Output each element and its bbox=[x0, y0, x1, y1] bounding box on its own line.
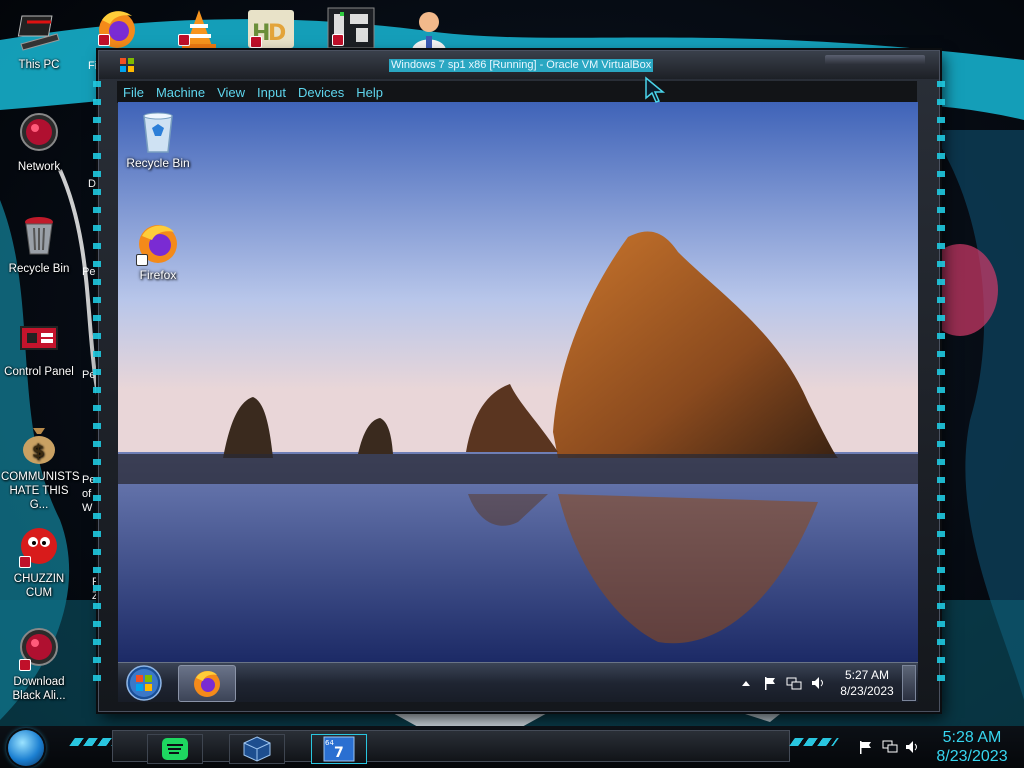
menu-input[interactable]: Input bbox=[251, 85, 292, 100]
control-panel-icon bbox=[17, 317, 61, 361]
vbox-menubar: File Machine View Input Devices Help bbox=[117, 81, 917, 103]
download-globe-icon bbox=[17, 627, 61, 671]
host-icon-label: Network bbox=[17, 161, 61, 173]
show-desktop-button[interactable] bbox=[902, 665, 916, 701]
vlc-cone-icon[interactable] bbox=[174, 6, 224, 50]
volume-icon[interactable] bbox=[810, 675, 826, 691]
menu-file[interactable]: File bbox=[117, 85, 150, 100]
host-taskbar: 7 64 5:28 AM 8/23/2023 bbox=[0, 726, 1024, 768]
svg-text:D: D bbox=[268, 21, 286, 46]
guest-clock-time: 5:27 AM bbox=[844, 668, 890, 682]
host-icon-label: COMMUNISTS HATE THIS G... bbox=[1, 471, 80, 511]
network-icon[interactable] bbox=[882, 740, 898, 754]
taskbar-accent-dots bbox=[789, 738, 839, 746]
host-icon-label: Recycle Bin bbox=[8, 263, 70, 275]
window-frame-accent bbox=[93, 81, 101, 681]
svg-text:7: 7 bbox=[334, 745, 344, 761]
guest-icon-recycle-bin[interactable]: Recycle Bin bbox=[118, 110, 198, 170]
window-title: Windows 7 sp1 x86 [Running] - Oracle VM … bbox=[389, 59, 654, 72]
virtualbox-window-icon bbox=[119, 57, 135, 73]
mouse-cursor-icon bbox=[645, 76, 666, 103]
guest-icon-label: Firefox bbox=[139, 268, 177, 282]
menu-devices[interactable]: Devices bbox=[292, 85, 350, 100]
host-icon-label: Download Black Ali... bbox=[12, 676, 66, 702]
host-taskbar-frame: 7 64 bbox=[112, 730, 790, 764]
taskbar-virtualbox-button[interactable] bbox=[229, 734, 285, 764]
windows7-start-button[interactable] bbox=[124, 664, 164, 702]
svg-text:$: $ bbox=[32, 441, 45, 462]
menu-help[interactable]: Help bbox=[350, 85, 389, 100]
guest-clock-date: 8/23/2023 bbox=[840, 684, 894, 698]
this-pc-icon bbox=[17, 10, 61, 54]
window-titlebar[interactable]: Windows 7 sp1 x86 [Running] - Oracle VM … bbox=[99, 51, 939, 79]
guest-icon-label: Recycle Bin bbox=[126, 156, 190, 170]
partial-icon-label: Fi bbox=[88, 60, 98, 72]
network-icon[interactable] bbox=[786, 675, 802, 691]
show-hidden-icons-icon[interactable] bbox=[738, 675, 754, 691]
menu-view[interactable]: View bbox=[211, 85, 251, 100]
action-center-flag-icon[interactable] bbox=[762, 675, 778, 691]
app-grid-icon[interactable] bbox=[326, 6, 376, 50]
hxd-editor-icon[interactable]: H D bbox=[246, 6, 296, 50]
host-icon-recycle-bin[interactable]: Recycle Bin bbox=[1, 214, 77, 276]
host-start-orb[interactable] bbox=[8, 730, 44, 766]
taskbar-firefox-button[interactable] bbox=[178, 665, 236, 702]
guest-wallpaper bbox=[118, 102, 918, 662]
svg-text:64: 64 bbox=[325, 739, 334, 747]
volume-icon[interactable] bbox=[905, 740, 921, 754]
host-icon-this-pc[interactable]: This PC bbox=[1, 10, 77, 72]
user-doctor-icon[interactable] bbox=[404, 6, 454, 50]
window-frame-accent bbox=[937, 81, 945, 681]
guest-clock[interactable]: 5:27 AM 8/23/2023 bbox=[832, 667, 902, 699]
firefox-icon bbox=[136, 222, 180, 266]
chuzzle-icon bbox=[17, 524, 61, 568]
window-caption-controls[interactable] bbox=[825, 55, 925, 65]
recycle-bin-icon bbox=[17, 214, 61, 258]
money-bag-icon: $ bbox=[17, 422, 61, 466]
guest-screen[interactable]: Recycle Bin Firefox 5:27 AM 8/23/2023 bbox=[118, 102, 918, 702]
recycle-bin-icon bbox=[136, 110, 180, 154]
taskbar-spotify-button[interactable] bbox=[147, 734, 203, 764]
host-icon-label: CHUZZIN CUM bbox=[13, 573, 65, 599]
firefox-top-icon[interactable] bbox=[92, 6, 142, 50]
action-center-flag-icon[interactable] bbox=[858, 740, 874, 754]
network-globe-icon bbox=[17, 112, 61, 156]
host-icon-communists[interactable]: $ COMMUNISTS HATE THIS G... bbox=[1, 422, 80, 512]
shortcut-arrow-icon bbox=[136, 254, 148, 266]
host-clock-time: 5:28 AM bbox=[942, 729, 1002, 746]
host-icon-control-panel[interactable]: Control Panel bbox=[1, 317, 77, 379]
host-clock-date: 8/23/2023 bbox=[936, 748, 1008, 765]
host-icon-label: Control Panel bbox=[4, 366, 74, 378]
host-clock[interactable]: 5:28 AM 8/23/2023 bbox=[924, 728, 1020, 766]
taskbar-win7-vm-button[interactable]: 7 64 bbox=[311, 734, 367, 764]
menu-machine[interactable]: Machine bbox=[150, 85, 211, 100]
guest-icon-firefox[interactable]: Firefox bbox=[118, 222, 198, 282]
host-icon-download-black[interactable]: Download Black Ali... bbox=[1, 627, 77, 703]
host-icon-network[interactable]: Network bbox=[1, 112, 77, 174]
host-icon-chuzzin[interactable]: CHUZZIN CUM bbox=[1, 524, 77, 600]
guest-taskbar: 5:27 AM 8/23/2023 bbox=[118, 662, 918, 702]
host-icon-label: This PC bbox=[18, 59, 60, 71]
